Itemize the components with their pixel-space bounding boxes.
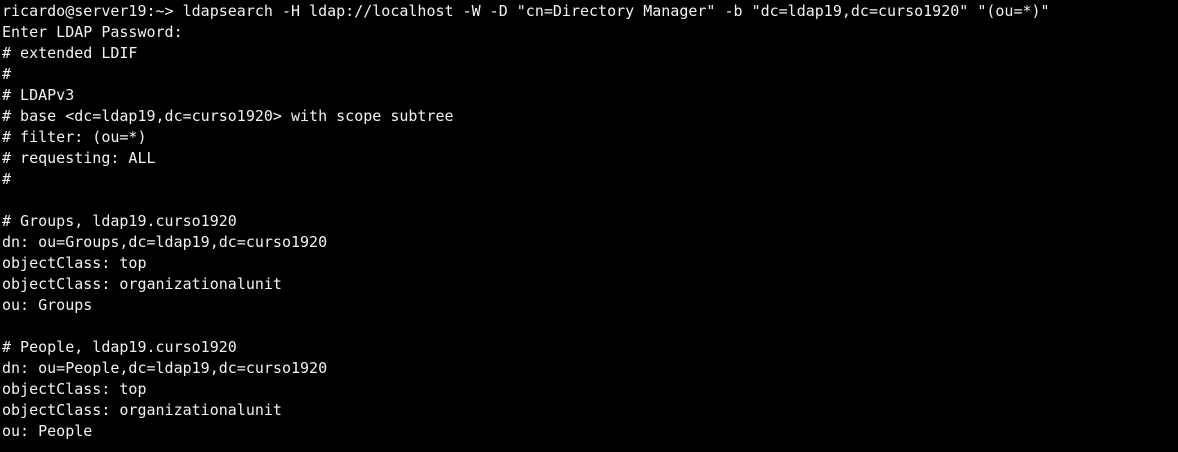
entry-objectclass: objectClass: organizationalunit	[2, 401, 282, 419]
output-header-line: # filter: (ou=*)	[2, 128, 147, 146]
entry-objectclass: objectClass: top	[2, 380, 147, 398]
output-header-line: #	[2, 170, 12, 188]
command-line: ricardo@server19:~> ldapsearch -H ldap:/…	[2, 1, 1178, 22]
entry-comment: # Groups, ldap19.curso1920	[2, 212, 237, 230]
entry-dn: dn: ou=Groups,dc=ldap19,dc=curso1920	[2, 233, 328, 251]
shell-prompt: ricardo@server19:~>	[2, 2, 174, 20]
entry-ou: ou: People	[2, 422, 93, 440]
entry-comment: # People, ldap19.curso1920	[2, 338, 237, 356]
entry-objectclass: objectClass: top	[2, 254, 147, 272]
output-header-line: # base <dc=ldap19,dc=curso1920> with sco…	[2, 107, 454, 125]
entry-dn: dn: ou=People,dc=ldap19,dc=curso1920	[2, 359, 328, 377]
output-header-line: # extended LDIF	[2, 44, 138, 62]
output-header-line: # LDAPv3	[2, 86, 75, 104]
entry-objectclass: objectClass: organizationalunit	[2, 275, 282, 293]
output-header-line: #	[2, 65, 12, 83]
entry-ou: ou: Groups	[2, 296, 93, 314]
output-header-line: # requesting: ALL	[2, 149, 156, 167]
password-prompt: Enter LDAP Password:	[2, 23, 183, 41]
terminal-window[interactable]: ricardo@server19:~> ldapsearch -H ldap:/…	[0, 0, 1178, 452]
command-text: ldapsearch -H ldap://localhost -W -D "cn…	[173, 2, 1050, 20]
